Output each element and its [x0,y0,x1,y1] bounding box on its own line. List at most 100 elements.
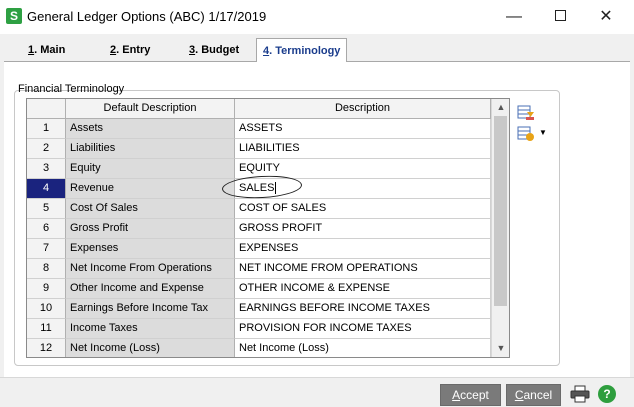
table-row[interactable]: 9 Other Income and Expense OTHER INCOME & … [27,279,491,299]
cell-text: Net Income (Loss) [70,342,160,354]
scroll-thumb[interactable] [494,116,507,306]
accept-button[interactable]: Accept [440,384,501,406]
table-row[interactable]: 7 Expenses EXPENSES [27,239,491,259]
row-number-cell[interactable]: 7 [27,239,66,259]
grid-options-icon[interactable] [517,125,535,143]
tab-label: . Budget [195,44,240,56]
row-number-cell[interactable]: 8 [27,259,66,279]
cell-text: Earnings Before Income Tax [70,302,208,314]
description-cell[interactable]: EARNINGS BEFORE INCOME TAXES [235,299,491,319]
table-row[interactable]: 1 Assets ASSETS [27,119,491,139]
table-row[interactable]: 3 Equity EQUITY [27,159,491,179]
cell-text: 12 [39,342,53,354]
description-cell[interactable]: EQUITY [235,159,491,179]
default-description-cell: Net Income (Loss) [66,339,235,357]
grid-settings-icon[interactable] [517,104,535,122]
cell-text: EXPENSES [239,242,299,254]
description-cell[interactable]: PROVISION FOR INCOME TAXES [235,319,491,339]
window-title: General Ledger Options (ABC) 1/17/2019 [27,9,267,24]
row-number-cell[interactable]: 4 [27,179,66,199]
tab-terminology[interactable]: 4. Terminology [256,38,348,62]
default-description-cell: Liabilities [66,139,235,159]
default-description-cell: Assets [66,119,235,139]
table-row[interactable]: 11 Income Taxes PROVISION FOR INCOME TAXES [27,319,491,339]
cell-text: Revenue [70,182,115,194]
cell-text: Other Income and Expense [70,282,204,294]
row-number-cell[interactable]: 9 [27,279,66,299]
row-number-cell[interactable]: 3 [27,159,66,179]
text-caret [275,182,277,195]
tab-entry[interactable]: 2. Entry [110,40,150,62]
scroll-down-icon[interactable]: ▼ [492,340,509,357]
default-description-cell: Gross Profit [66,219,235,239]
minimize-button[interactable]: — [501,5,527,29]
row-number-cell[interactable]: 11 [27,319,66,339]
cell-text: Equity [70,162,101,174]
tab-budget[interactable]: 3. Budget [189,40,239,62]
cell-text: 1 [42,122,50,134]
cell-text: Expenses [70,242,119,254]
app-icon: S [6,8,22,24]
table-row[interactable]: 12 Net Income (Loss) Net Income (Loss) [27,339,491,357]
table-row[interactable]: 6 Gross Profit GROSS PROFIT [27,219,491,239]
description-cell[interactable]: LIABILITIES [235,139,491,159]
description-cell[interactable]: NET INCOME FROM OPERATIONS [235,259,491,279]
help-icon[interactable]: ? [598,385,616,403]
cell-text: 10 [39,302,53,314]
cell-text: SALES [239,182,275,194]
chevron-down-icon[interactable]: ▼ [539,128,547,137]
cell-text: 3 [42,162,50,174]
row-number-cell[interactable]: 5 [27,199,66,219]
table-row[interactable]: 4 Revenue SALES [27,179,491,199]
cell-text: Net Income (Loss) [239,342,329,354]
row-number-cell[interactable]: 2 [27,139,66,159]
close-button[interactable]: ✕ [593,5,619,29]
row-number-cell[interactable]: 1 [27,119,66,139]
scroll-up-icon[interactable]: ▲ [492,99,509,116]
description-header[interactable]: Description [235,99,491,119]
description-cell[interactable]: SALES [235,179,491,199]
row-number-cell[interactable]: 10 [27,299,66,319]
vertical-scrollbar[interactable]: ▲ ▼ [491,99,509,357]
footer-divider [0,377,634,378]
cell-text: ASSETS [239,122,283,134]
cell-text: Income Taxes [70,322,138,334]
close-icon: ✕ [599,8,613,25]
cell-text: OTHER INCOME & EXPENSE [239,282,390,294]
grid-header: Default Description Description [27,99,509,119]
accept-label: ccept [460,388,489,402]
description-cell[interactable]: EXPENSES [235,239,491,259]
description-cell[interactable]: ASSETS [235,119,491,139]
cell-text: EQUITY [239,162,280,174]
table-row[interactable]: 5 Cost Of Sales COST OF SALES [27,199,491,219]
table-row[interactable]: 8 Net Income From Operations NET INCOME FR… [27,259,491,279]
default-description-cell: Expenses [66,239,235,259]
table-row[interactable]: 2 Liabilities LIABILITIES [27,139,491,159]
group-label: Financial Terminology [18,83,125,95]
row-number-cell[interactable]: 12 [27,339,66,357]
description-cell[interactable]: OTHER INCOME & EXPENSE [235,279,491,299]
row-number-cell[interactable]: 6 [27,219,66,239]
default-description-header[interactable]: Default Description [66,99,235,119]
cell-text: Assets [70,122,104,134]
cell-text: LIABILITIES [239,142,300,154]
cell-text: COST OF SALES [239,202,327,214]
tab-label: . Main [34,44,66,56]
cell-text: 9 [42,282,50,294]
tab-label: . Entry [116,44,151,56]
description-cell[interactable]: Net Income (Loss) [235,339,491,357]
description-cell[interactable]: GROSS PROFIT [235,219,491,239]
terminology-grid: Default Description Description 1 Assets A… [26,98,510,358]
general-ledger-options-window: S General Ledger Options (ABC) 1/17/2019… [0,0,634,407]
cancel-label: ancel [523,388,553,402]
cell-text: 11 [40,322,52,334]
cancel-button[interactable]: Cancel [506,384,561,406]
table-row[interactable]: 10 Earnings Before Income Tax EARNINGS BEF… [27,299,491,319]
cell-text: 5 [42,202,50,214]
cell-text: Net Income From Operations [70,262,212,274]
printer-icon[interactable] [570,385,590,403]
tab-main[interactable]: 1. Main [28,40,65,62]
description-cell[interactable]: COST OF SALES [235,199,491,219]
maximize-button[interactable] [547,5,573,29]
cell-text: 4 [42,182,50,194]
